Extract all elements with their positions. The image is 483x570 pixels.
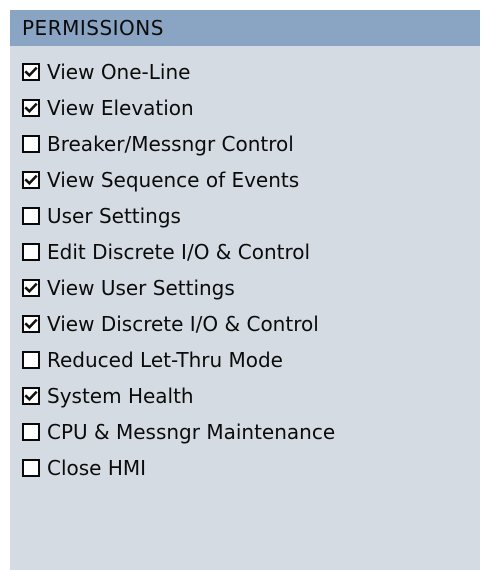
checkmark-icon [24, 174, 38, 186]
permissions-panel: PERMISSIONS View One-Line View Elevation… [10, 10, 480, 570]
permission-checkbox[interactable] [22, 171, 40, 189]
permission-item-user-settings[interactable]: User Settings [10, 198, 480, 234]
permission-item-view-elevation[interactable]: View Elevation [10, 90, 480, 126]
permission-checkbox[interactable] [22, 279, 40, 297]
permissions-list: View One-Line View Elevation Breaker/Mes… [10, 46, 480, 570]
permission-checkbox[interactable] [22, 207, 40, 225]
permission-checkbox[interactable] [22, 243, 40, 261]
permission-item-cpu-messngr-maintenance[interactable]: CPU & Messngr Maintenance [10, 414, 480, 450]
permission-item-reduced-let-thru-mode[interactable]: Reduced Let-Thru Mode [10, 342, 480, 378]
permission-checkbox[interactable] [22, 99, 40, 117]
permission-checkbox[interactable] [22, 423, 40, 441]
permission-item-view-one-line[interactable]: View One-Line [10, 54, 480, 90]
permission-item-close-hmi[interactable]: Close HMI [10, 450, 480, 486]
permission-checkbox[interactable] [22, 387, 40, 405]
permission-label: Edit Discrete I/O & Control [47, 240, 311, 264]
permission-label: CPU & Messngr Maintenance [47, 420, 336, 444]
permission-label: View One-Line [47, 60, 191, 84]
permission-checkbox[interactable] [22, 135, 40, 153]
permission-checkbox[interactable] [22, 63, 40, 81]
permission-label: View User Settings [47, 276, 235, 300]
permission-label: Breaker/Messngr Control [47, 132, 294, 156]
permission-item-breaker-messngr-control[interactable]: Breaker/Messngr Control [10, 126, 480, 162]
permission-label: View Sequence of Events [47, 168, 300, 192]
permissions-header: PERMISSIONS [10, 10, 480, 46]
permissions-title: PERMISSIONS [22, 16, 164, 40]
checkmark-icon [24, 390, 38, 402]
permission-checkbox[interactable] [22, 351, 40, 369]
permission-item-view-sequence-of-events[interactable]: View Sequence of Events [10, 162, 480, 198]
checkmark-icon [24, 318, 38, 330]
permission-label: Close HMI [47, 456, 147, 480]
permission-label: System Health [47, 384, 194, 408]
permission-item-system-health[interactable]: System Health [10, 378, 480, 414]
permission-checkbox[interactable] [22, 459, 40, 477]
checkmark-icon [24, 102, 38, 114]
checkmark-icon [24, 282, 38, 294]
permission-label: User Settings [47, 204, 181, 228]
permission-checkbox[interactable] [22, 315, 40, 333]
permission-label: View Elevation [47, 96, 194, 120]
permission-item-edit-discrete-io-control[interactable]: Edit Discrete I/O & Control [10, 234, 480, 270]
permission-item-view-user-settings[interactable]: View User Settings [10, 270, 480, 306]
checkmark-icon [24, 66, 38, 78]
permission-label: Reduced Let-Thru Mode [47, 348, 283, 372]
permission-label: View Discrete I/O & Control [47, 312, 319, 336]
permission-item-view-discrete-io-control[interactable]: View Discrete I/O & Control [10, 306, 480, 342]
